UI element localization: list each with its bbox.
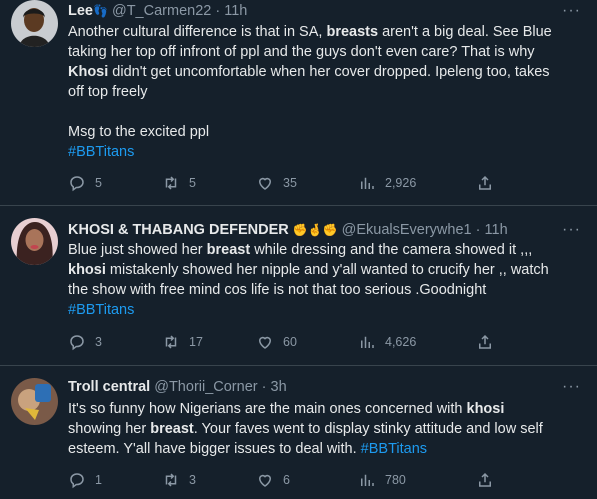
reply-count: 1 [95,473,102,487]
tweet-header: Troll central @Thorii_Corner · 3h [68,378,287,396]
retweet-count: 17 [189,335,203,349]
separator-dot: · [215,3,221,19]
timestamp[interactable]: 11h [485,222,508,238]
like-button[interactable]: 35 [256,174,297,192]
retweet-button[interactable]: 5 [162,174,196,192]
tweet-line: showing her breast. Your faves went to d… [68,421,543,437]
reply-icon [70,176,84,192]
views-icon [361,474,374,486]
reply-icon [70,335,84,351]
share-icon [479,334,491,349]
author-name[interactable]: KHOSI & THABANG DEFENDER [68,222,289,238]
share-button[interactable] [476,333,503,351]
more-options-icon[interactable]: ··· [562,3,581,19]
reply-button[interactable]: 1 [68,471,102,489]
tweet-actions: 1 3 6 780 [68,471,528,491]
reply-icon [70,473,84,489]
more-options-icon[interactable]: ··· [562,379,581,395]
share-button[interactable] [476,174,503,192]
avatar[interactable] [11,0,58,47]
tweet-line: Khosi didn't get uncomfortable when her … [68,64,550,80]
like-icon [258,336,272,349]
tweet-line: off top freely [68,84,148,100]
hashtag-link[interactable]: #BBTitans [68,300,580,320]
author-name[interactable]: Lee [68,3,93,19]
views-button[interactable]: 780 [358,471,406,489]
views-count: 780 [385,473,406,487]
tweet-header: KHOSI & THABANG DEFENDER ✊🤞✊ @EkualsEver… [68,221,508,239]
tweet-line: esteem. Y'all have bigger issues to deal… [68,441,428,457]
retweet-icon [165,473,177,487]
views-button[interactable]: 2,926 [358,174,416,192]
author-emoji: ✊🤞✊ [292,223,338,237]
tweet-header: Lee👣 @T_Carmen22 · 11h [68,2,247,20]
views-count: 2,926 [385,176,417,190]
retweet-icon [165,176,177,190]
tweet-line: It's so funny how Nigerians are the main… [68,401,505,417]
reply-count: 3 [95,335,102,349]
tweet-text: It's so funny how Nigerians are the main… [68,399,580,459]
tweet-feed: Lee👣 @T_Carmen22 · 11h ··· Another cultu… [0,0,597,499]
hashtag-link[interactable]: #BBTitans [361,441,427,457]
retweet-count: 3 [189,473,196,487]
tweet-line: Blue just showed her breast while dressi… [68,242,533,258]
tweet-line: the show with free mind cos life is not … [68,282,487,298]
author-emoji: 👣 [93,4,108,18]
retweet-count: 5 [189,176,196,190]
like-button[interactable]: 6 [256,471,290,489]
like-count: 35 [283,176,297,190]
tweet-line: Msg to the excited ppl [68,124,210,140]
tweet-actions: 5 5 35 2,926 [68,174,528,194]
separator-dot: · [475,222,481,238]
tweet[interactable]: KHOSI & THABANG DEFENDER ✊🤞✊ @EkualsEver… [0,206,597,366]
avatar[interactable] [11,218,58,265]
more-options-icon[interactable]: ··· [562,222,581,238]
views-button[interactable]: 4,626 [358,333,416,351]
separator-dot: · [261,379,267,395]
reply-button[interactable]: 5 [68,174,102,192]
reply-button[interactable]: 3 [68,333,102,351]
author-handle[interactable]: @Thorii_Corner [154,379,257,395]
tweet-text: Another cultural difference is that in S… [68,22,580,162]
avatar[interactable] [11,378,58,425]
like-icon [258,177,272,190]
tweet-actions: 3 17 60 4,626 [68,333,528,353]
tweet-line: taking her top off infront of ppl and th… [68,44,535,60]
views-icon [361,177,374,189]
share-icon [479,472,491,487]
hashtag-link[interactable]: #BBTitans [68,142,580,162]
tweet[interactable]: Lee👣 @T_Carmen22 · 11h ··· Another cultu… [0,0,597,206]
like-icon [258,474,272,487]
tweet-line: khosi mistakenly showed her nipple and y… [68,262,549,278]
like-count: 6 [283,473,290,487]
tweet-text: Blue just showed her breast while dressi… [68,240,580,320]
author-handle[interactable]: @T_Carmen22 [112,3,211,19]
retweet-icon [165,335,177,349]
timestamp[interactable]: 3h [271,379,287,395]
share-icon [479,175,491,190]
tweet[interactable]: Troll central @Thorii_Corner · 3h ··· It… [0,366,597,499]
views-icon [361,336,374,348]
retweet-button[interactable]: 3 [162,471,196,489]
views-count: 4,626 [385,335,417,349]
tweet-line [68,102,580,122]
tweet-line: Another cultural difference is that in S… [68,24,552,40]
reply-count: 5 [95,176,102,190]
author-handle[interactable]: @EkualsEverywhe1 [342,222,472,238]
author-name[interactable]: Troll central [68,379,150,395]
like-button[interactable]: 60 [256,333,297,351]
retweet-button[interactable]: 17 [162,333,203,351]
like-count: 60 [283,335,297,349]
share-button[interactable] [476,471,503,489]
timestamp[interactable]: 11h [224,3,247,19]
